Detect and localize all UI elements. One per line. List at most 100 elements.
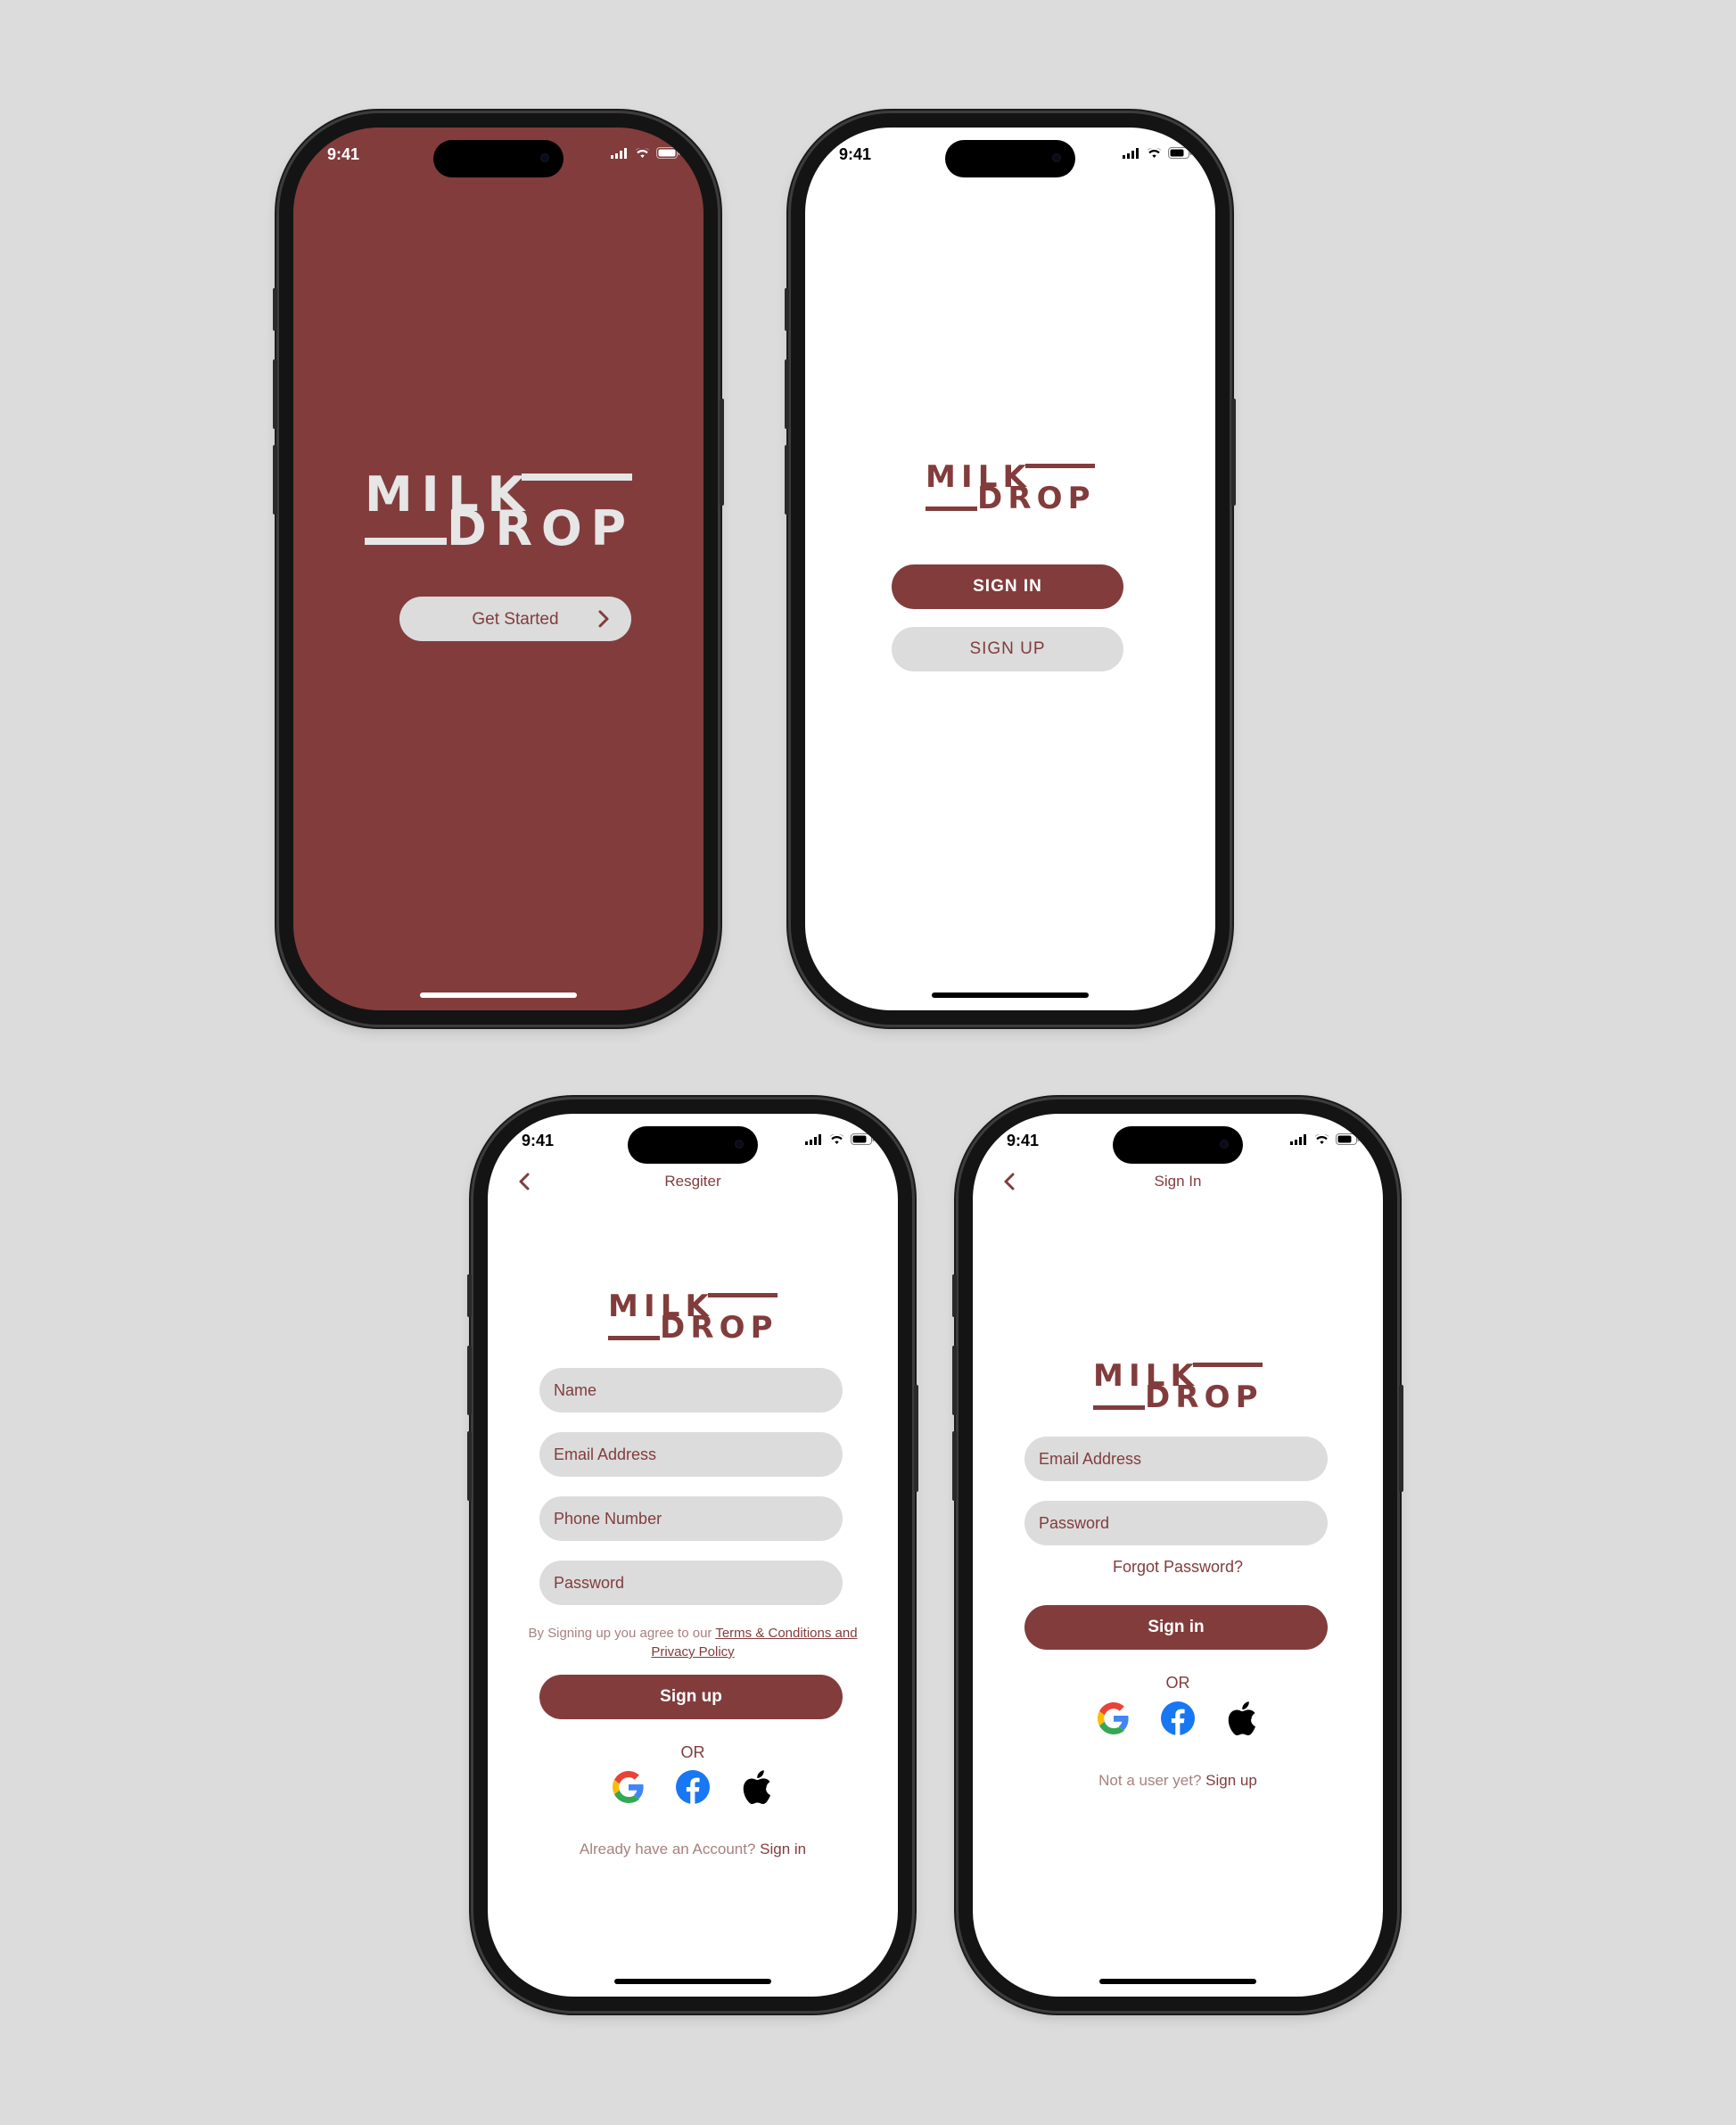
sign-in-label: SIGN IN (973, 577, 1042, 596)
logo-bar-top (1025, 464, 1095, 468)
status-time: 9:41 (327, 145, 360, 163)
camera-dot (735, 1140, 744, 1149)
sign-in-button[interactable]: SIGN IN (892, 564, 1123, 609)
status-time: 9:41 (522, 1132, 555, 1149)
status-time: 9:41 (1007, 1132, 1040, 1149)
social-login-row (973, 1701, 1383, 1736)
google-icon[interactable] (611, 1769, 646, 1805)
facebook-icon[interactable] (675, 1769, 711, 1805)
wifi-icon (1314, 1133, 1329, 1144)
dynamic-island (433, 140, 564, 177)
logo-bar-bottom (365, 538, 447, 545)
volume-down-button (273, 445, 277, 515)
email-field[interactable] (1024, 1437, 1328, 1481)
logo-bar-bottom (1093, 1405, 1145, 1410)
logo-line-drop: DROP (447, 500, 635, 556)
battery-icon (656, 147, 680, 159)
volume-up-button (273, 359, 277, 429)
phone-welcome: 9:41 MILK DROP SIGN IN SIGN UP (785, 113, 1236, 1025)
volume-up-button (952, 1346, 957, 1415)
mute-switch (467, 1274, 472, 1317)
password-field[interactable] (539, 1561, 843, 1605)
milk-drop-logo: MILK DROP (926, 459, 1096, 516)
milk-drop-logo: MILK DROP (365, 466, 632, 556)
nav-title: Resgiter (664, 1173, 721, 1190)
sign-up-label: SIGN UP (969, 639, 1046, 658)
status-icons (611, 147, 680, 159)
nav-title: Sign In (1154, 1173, 1202, 1190)
camera-dot (1220, 1140, 1229, 1149)
sign-up-button[interactable]: SIGN UP (892, 627, 1123, 671)
get-started-label: Get Started (472, 610, 559, 629)
email-field[interactable] (539, 1432, 843, 1477)
camera-dot (1052, 153, 1061, 162)
home-indicator[interactable] (932, 992, 1089, 998)
volume-down-button (785, 445, 789, 515)
or-divider: OR (680, 1743, 705, 1761)
phone-field[interactable] (539, 1496, 843, 1541)
logo-bar-top (522, 474, 632, 481)
get-started-button[interactable]: Get Started (399, 597, 631, 641)
logo-bar-bottom (926, 507, 977, 511)
logo-bar-bottom (608, 1336, 660, 1340)
wifi-icon (829, 1133, 844, 1144)
sign-up-prompt: Not a user yet? Sign up (973, 1772, 1383, 1790)
volume-down-button (467, 1431, 472, 1501)
welcome-screen: 9:41 MILK DROP SIGN IN SIGN UP (805, 128, 1215, 1010)
password-field[interactable] (1024, 1501, 1328, 1545)
wifi-icon (635, 147, 650, 158)
social-login-row (488, 1769, 898, 1805)
google-icon[interactable] (1096, 1701, 1131, 1736)
mute-switch (952, 1274, 957, 1317)
volume-down-button (952, 1431, 957, 1501)
milk-drop-logo: MILK DROP (1093, 1358, 1263, 1415)
sign-up-label: Sign up (660, 1687, 722, 1706)
forgot-password-link[interactable]: Forgot Password? (973, 1558, 1383, 1577)
chevron-right-icon (598, 610, 609, 628)
battery-icon (851, 1133, 875, 1145)
logo-line-drop: DROP (1145, 1380, 1263, 1415)
sign-in-label: Sign in (1148, 1618, 1205, 1636)
signal-icon (1290, 1133, 1306, 1145)
battery-icon (1336, 1133, 1360, 1145)
power-button (914, 1385, 918, 1492)
wifi-icon (1147, 147, 1162, 158)
home-indicator[interactable] (1099, 1979, 1256, 1984)
signal-icon (611, 147, 627, 159)
phone-splash: 9:41 MILK DROP Get Started (273, 113, 724, 1025)
home-indicator[interactable] (614, 1979, 771, 1984)
splash-screen: 9:41 MILK DROP Get Started (293, 128, 703, 1010)
facebook-icon[interactable] (1160, 1701, 1196, 1736)
phone-signin: 9:41 Sign In MILK DROP Forgot Password? … (952, 1100, 1403, 2011)
sign-up-button[interactable]: Sign up (539, 1675, 843, 1719)
status-time: 9:41 (839, 145, 872, 163)
logo-line-drop: DROP (660, 1310, 778, 1346)
power-button (1231, 399, 1236, 506)
home-indicator[interactable] (420, 992, 577, 998)
register-screen: 9:41 Resgiter MILK DROP By Signing up yo… (488, 1114, 898, 1997)
mute-switch (273, 288, 277, 331)
camera-dot (540, 153, 549, 162)
signin-screen: 9:41 Sign In MILK DROP Forgot Password? … (973, 1114, 1383, 1997)
status-icons (805, 1133, 875, 1145)
status-icons (1290, 1133, 1360, 1145)
volume-up-button (785, 359, 789, 429)
logo-line-drop: DROP (977, 481, 1096, 516)
apple-icon[interactable] (739, 1769, 775, 1805)
sign-in-link[interactable]: Sign in (760, 1841, 806, 1857)
sign-in-prompt-text: Already have an Account? (579, 1841, 761, 1857)
sign-up-prompt-text: Not a user yet? (1098, 1772, 1206, 1789)
apple-icon[interactable] (1224, 1701, 1260, 1736)
power-button (720, 399, 724, 506)
dynamic-island (628, 1126, 758, 1164)
phone-register: 9:41 Resgiter MILK DROP By Signing up yo… (467, 1100, 918, 2011)
status-icons (1123, 147, 1192, 159)
or-divider: OR (1165, 1674, 1190, 1692)
name-field[interactable] (539, 1368, 843, 1413)
sign-in-button[interactable]: Sign in (1024, 1605, 1328, 1650)
battery-icon (1168, 147, 1192, 159)
sign-up-link[interactable]: Sign up (1205, 1772, 1257, 1789)
terms-prefix: By Signing up you agree to our (528, 1626, 716, 1641)
signal-icon (1123, 147, 1139, 159)
logo-bar-top (708, 1293, 777, 1297)
